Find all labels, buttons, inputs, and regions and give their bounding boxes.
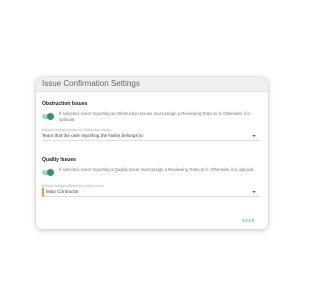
issue-confirmation-settings-card: Issue Confirmation Settings Obstruction … [36, 77, 268, 229]
quality-issues-title: Quality Issues [42, 157, 76, 163]
obstruction-team-select-wrap: Default Reviewing Team for Obstruction I… [42, 128, 260, 141]
chevron-down-icon [252, 191, 256, 193]
obstruction-team-select-value: Team that the user reporting the Notes b… [42, 133, 143, 138]
quality-team-select[interactable]: Main Contractor [42, 188, 260, 197]
quality-required-toggle[interactable] [42, 169, 54, 176]
obstruction-team-select[interactable]: Team that the user reporting the Notes b… [42, 132, 260, 141]
quality-team-select-value: Main Contractor [46, 189, 79, 194]
obstruction-required-toggle[interactable] [42, 113, 54, 120]
quality-toggle-row: If selected, users reporting a Quality I… [42, 167, 260, 181]
obstruction-toggle-row: If selected, users reporting an Obstruct… [42, 111, 260, 125]
obstruction-issues-title: Obstruction Issues [42, 101, 88, 107]
quality-team-select-wrap: Default Reviewing Team for Quality Issue… [42, 184, 260, 197]
save-button[interactable]: SAVE [239, 216, 258, 225]
quality-description: If selected, users reporting a Quality I… [59, 167, 255, 172]
obstruction-description: If selected, users reporting an Obstruct… [59, 111, 251, 122]
toggle-knob [47, 113, 54, 120]
card-title: Issue Confirmation Settings [36, 77, 268, 92]
chevron-down-icon [252, 135, 256, 137]
quality-issues-section: Quality Issues If selected, users report… [42, 157, 260, 197]
toggle-knob [47, 169, 54, 176]
obstruction-issues-section: Obstruction Issues If selected, users re… [42, 101, 260, 141]
